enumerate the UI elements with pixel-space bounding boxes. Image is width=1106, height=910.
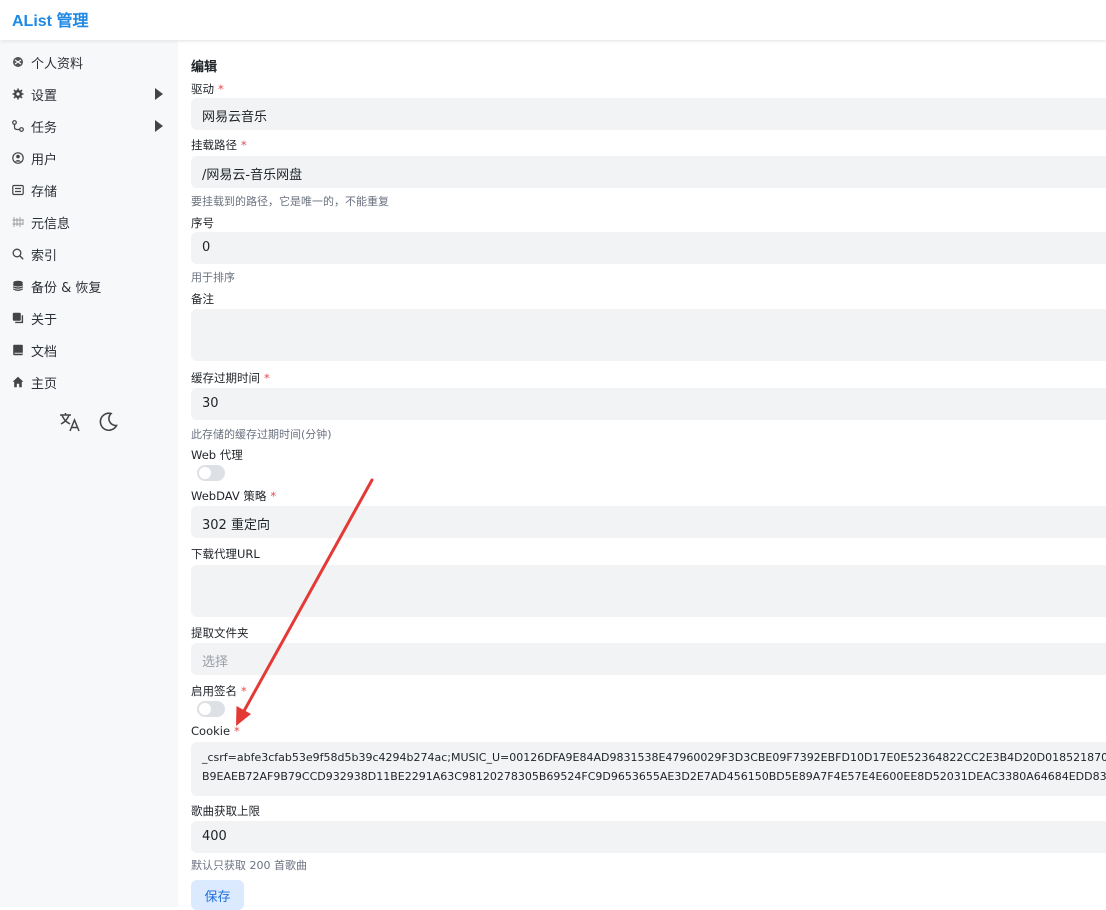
enable-sign-label: 启用签名 * xyxy=(191,684,247,698)
database-icon xyxy=(12,280,24,292)
cache-expiration-help: 此存储的缓存过期时间(分钟) xyxy=(191,428,332,441)
meta-icon xyxy=(12,216,24,228)
toggle-knob xyxy=(199,703,211,715)
chevron-right-icon[interactable] xyxy=(154,120,164,132)
webdav-policy-label: WebDAV 策略 * xyxy=(191,489,277,503)
sidebar-item-label: 文档 xyxy=(31,344,58,360)
download-proxy-url-textarea[interactable] xyxy=(191,565,1106,617)
sidebar-item-label: 索引 xyxy=(31,248,58,264)
app-title[interactable]: AList 管理 xyxy=(12,7,88,31)
sidebar-item-label: 备份 & 恢复 xyxy=(31,280,102,296)
translate-icon[interactable] xyxy=(58,410,82,434)
extract-folder-label: 提取文件夹 xyxy=(191,626,249,640)
extract-folder-select[interactable]: 选择 xyxy=(191,643,1106,675)
copy-icon xyxy=(12,312,24,324)
sidebar-item-meta[interactable]: 元信息 xyxy=(0,206,178,238)
toggle-knob xyxy=(199,467,211,479)
sidebar-item-docs[interactable]: 文档 xyxy=(0,334,178,366)
sidebar-item-label: 主页 xyxy=(31,376,58,392)
tasks-icon xyxy=(12,120,24,132)
sidebar-tools xyxy=(58,410,128,434)
sidebar-item-backup-restore[interactable]: 备份 & 恢复 xyxy=(0,270,178,302)
sidebar-item-label: 关于 xyxy=(31,312,58,328)
sidebar-item-tasks[interactable]: 任务 xyxy=(0,110,178,142)
order-input[interactable]: 0 xyxy=(191,232,1106,264)
sidebar-item-label: 设置 xyxy=(31,88,58,104)
remark-textarea[interactable] xyxy=(191,309,1106,361)
download-proxy-url-label: 下载代理URL xyxy=(191,547,260,561)
song-limit-label: 歌曲获取上限 xyxy=(191,804,260,818)
sidebar-item-label: 存储 xyxy=(31,184,58,200)
sidebar-item-settings[interactable]: 设置 xyxy=(0,78,178,110)
home-icon xyxy=(12,376,24,388)
mount-path-label: 挂载路径 * xyxy=(191,138,247,152)
song-limit-input[interactable]: 400 xyxy=(191,821,1106,853)
chevron-right-icon[interactable] xyxy=(154,88,164,100)
sidebar-item-label: 用户 xyxy=(31,152,58,168)
sidebar-item-about[interactable]: 关于 xyxy=(0,302,178,334)
gear-icon xyxy=(12,88,24,100)
sidebar-item-profile[interactable]: 个人资料 xyxy=(0,46,178,78)
moon-icon[interactable] xyxy=(96,410,120,434)
page-title: 编辑 xyxy=(191,60,218,75)
storage-edit-form: 编辑 驱动 * 网易云音乐 挂载路径 * /网易云-音乐网盘 要挂载到的路径，它是唯… xyxy=(178,41,1106,910)
sidebar-item-label: 元信息 xyxy=(31,216,71,232)
storage-icon xyxy=(12,184,24,196)
sidebar-item-home[interactable]: 主页 xyxy=(0,366,178,398)
search-icon xyxy=(12,248,24,260)
cache-expiration-input[interactable]: 30 xyxy=(191,388,1106,420)
web-proxy-toggle[interactable] xyxy=(197,465,225,481)
cookie-line-1: _csrf=abfe3cfab53e9f58d5b39c4294b274ac;M… xyxy=(202,751,1106,764)
mount-path-help: 要挂载到的路径，它是唯一的，不能重复 xyxy=(191,195,389,208)
remark-label: 备注 xyxy=(191,292,214,306)
mount-path-input[interactable]: /网易云-音乐网盘 xyxy=(191,156,1106,188)
enable-sign-toggle[interactable] xyxy=(197,701,225,717)
order-label: 序号 xyxy=(191,216,214,230)
web-proxy-label: Web 代理 xyxy=(191,448,243,462)
user-icon xyxy=(12,152,24,164)
sidebar-item-label: 个人资料 xyxy=(31,56,84,72)
cache-expiration-label: 缓存过期时间 * xyxy=(191,371,270,385)
cookie-label: Cookie * xyxy=(191,724,240,738)
order-help: 用于排序 xyxy=(191,271,235,284)
sidebar-item-index[interactable]: 索引 xyxy=(0,238,178,270)
song-limit-help: 默认只获取 200 首歌曲 xyxy=(191,859,307,872)
driver-select[interactable]: 网易云音乐 xyxy=(191,98,1106,130)
book-icon xyxy=(12,344,24,356)
sidebar-item-users[interactable]: 用户 xyxy=(0,142,178,174)
sidebar-item-storage[interactable]: 存储 xyxy=(0,174,178,206)
sidebar: 个人资料 设置 任务 用户 存储 元信息 索引 备份 & 恢复 关于 文档 主页 xyxy=(0,41,178,907)
save-button[interactable]: 保存 xyxy=(191,880,244,910)
driver-label: 驱动 * xyxy=(191,82,224,96)
cookie-textarea[interactable]: _csrf=abfe3cfab53e9f58d5b39c4294b274ac;M… xyxy=(191,742,1106,796)
profile-icon xyxy=(12,56,24,68)
cookie-line-2: B9EAEB72AF9B79CCD932938D11BE2291A63C9812… xyxy=(202,770,1106,783)
sidebar-item-label: 任务 xyxy=(31,120,58,136)
top-bar: AList 管理 xyxy=(0,0,1106,40)
webdav-policy-select[interactable]: 302 重定向 xyxy=(191,506,1106,538)
